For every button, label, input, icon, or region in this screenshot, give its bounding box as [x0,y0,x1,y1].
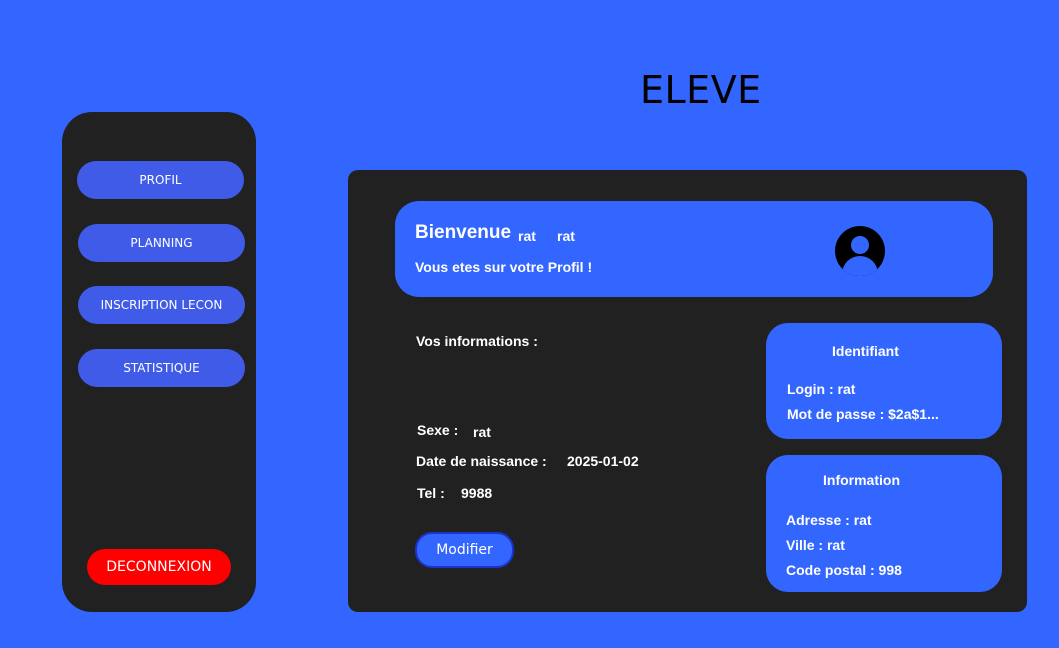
sidebar-item-statistique[interactable]: STATISTIQUE [78,349,245,387]
sidebar-item-inscription-lecon[interactable]: INSCRIPTION LECON [78,286,245,324]
information-title: Information [823,472,900,488]
tel-value: 9988 [461,485,493,501]
page-title: ELEVE [640,68,762,112]
welcome-card: Bienvenue rat rat Vous etes sur votre Pr… [395,201,993,297]
welcome-last-name: rat [557,228,575,244]
tel-label: Tel : [417,485,445,501]
birthdate-value: 2025-01-02 [567,453,639,469]
avatar-icon [835,226,885,276]
sexe-value: rat [473,424,491,440]
modify-button[interactable]: Modifier [415,532,514,568]
birthdate-label: Date de naissance : [416,453,547,469]
identifiant-title: Identifiant [832,343,899,359]
sexe-label: Sexe : [417,422,459,438]
welcome-title: Bienvenue [415,222,512,243]
login-value: Login : rat [787,381,856,397]
identifiant-card: Identifiant Login : rat Mot de passe : $… [766,323,1002,439]
logout-button[interactable]: DECONNEXION [87,549,231,585]
sidebar-item-planning[interactable]: PLANNING [78,224,245,262]
password-value: Mot de passe : $2a$1... [787,406,939,422]
sidebar-item-profil[interactable]: PROFIL [77,161,244,199]
postal-code-value: Code postal : 998 [786,562,902,578]
address-value: Adresse : rat [786,512,872,528]
welcome-subtitle: Vous etes sur votre Profil ! [415,259,593,275]
info-heading: Vos informations : [416,333,538,349]
information-card: Information Adresse : rat Ville : rat Co… [766,455,1002,592]
welcome-first-name: rat [518,228,536,244]
city-value: Ville : rat [786,537,845,553]
